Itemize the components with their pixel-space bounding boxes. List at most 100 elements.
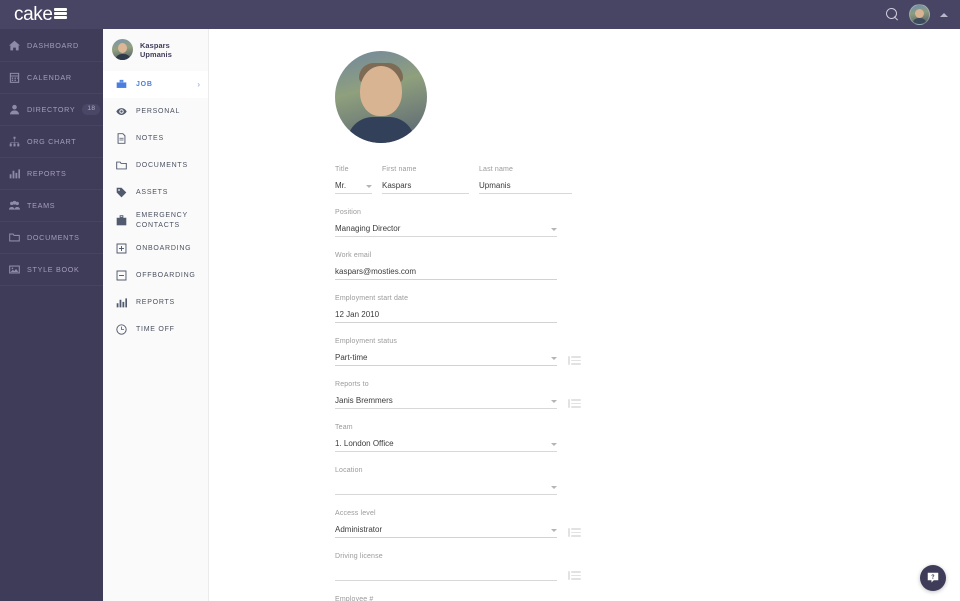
last-name-field[interactable]: Last name Upmanis: [479, 165, 572, 194]
subnav-item-personal[interactable]: PERSONAL: [103, 98, 208, 125]
drag-handle-icon[interactable]: [568, 528, 581, 537]
chevron-down-icon[interactable]: [551, 357, 557, 360]
chevron-down-icon[interactable]: [366, 185, 372, 188]
bar-chart-icon: [116, 297, 127, 308]
team-label: Team: [335, 424, 353, 431]
subnav-item-time-off[interactable]: TIME OFF: [103, 316, 208, 343]
driving-license-field[interactable]: Driving license: [335, 552, 581, 581]
position-field[interactable]: Position Managing Director: [335, 208, 557, 237]
sidebar-item-teams[interactable]: TEAMS: [0, 190, 103, 222]
chevron-down-icon[interactable]: [551, 529, 557, 532]
user-avatar[interactable]: [909, 4, 930, 25]
chevron-down-icon[interactable]: [551, 486, 557, 489]
sidebar-label: CALENDAR: [27, 73, 72, 82]
chevron-right-icon: ›: [197, 79, 200, 89]
location-label: Location: [335, 467, 363, 474]
first-name-input[interactable]: Kaspars: [382, 179, 469, 194]
employee-number-field[interactable]: Employee #: [335, 595, 557, 601]
sidebar-item-reports[interactable]: REPORTS: [0, 158, 103, 190]
employee-profile-photo[interactable]: [335, 51, 427, 143]
sidebar-item-documents[interactable]: DOCUMENTS: [0, 222, 103, 254]
start-date-field[interactable]: Employment start date 12 Jan 2010: [335, 294, 557, 323]
work-email-field[interactable]: Work email kaspars@mosties.com: [335, 251, 557, 280]
subnav-label: DOCUMENTS: [136, 161, 188, 169]
team-value: 1. London Office: [335, 439, 394, 448]
body-wrapper: DASHBOARD CALENDAR DIRECTORY 18 ORG CHAR…: [0, 29, 960, 601]
drag-handle-icon[interactable]: [568, 571, 581, 580]
start-date-label: Employment start date: [335, 295, 409, 302]
caret-up-icon[interactable]: [940, 12, 948, 17]
home-icon: [9, 40, 20, 51]
reports-to-select[interactable]: Janis Bremmers: [335, 394, 557, 409]
sidebar-item-style-book[interactable]: STYLE BOOK: [0, 254, 103, 286]
sidebar-item-dashboard[interactable]: DASHBOARD: [0, 30, 103, 62]
subnav-item-onboarding[interactable]: ONBOARDING: [103, 235, 208, 262]
access-level-field[interactable]: Access level Administrator: [335, 509, 581, 538]
bar-chart-icon: [9, 168, 20, 179]
work-email-label: Work email: [335, 252, 372, 259]
search-icon[interactable]: [886, 8, 899, 21]
sidebar-item-directory[interactable]: DIRECTORY 18: [0, 94, 103, 126]
drag-handle-icon[interactable]: [568, 399, 581, 408]
reports-to-label: Reports to: [335, 381, 369, 388]
chevron-down-icon[interactable]: [551, 228, 557, 231]
first-name-label: First name: [382, 166, 417, 173]
top-bar: cake: [0, 0, 960, 29]
first-name-field[interactable]: First name Kaspars: [382, 165, 469, 194]
title-input[interactable]: Mr.: [335, 179, 372, 194]
briefcase-medical-icon: [116, 215, 127, 226]
employment-status-value: Part-time: [335, 353, 368, 362]
job-form: Title Mr. First name Kaspars Last name U…: [335, 165, 581, 601]
team-select[interactable]: 1. London Office: [335, 437, 557, 452]
subnav-label: JOB: [136, 80, 153, 88]
subnav-label: NOTES: [136, 134, 164, 142]
subnav-item-offboarding[interactable]: OFFBOARDING: [103, 262, 208, 289]
subnav-item-job[interactable]: JOB ›: [103, 71, 208, 98]
location-select[interactable]: [335, 480, 557, 495]
access-level-value: Administrator: [335, 525, 383, 534]
subnav-item-documents[interactable]: DOCUMENTS: [103, 152, 208, 179]
drag-handle-icon[interactable]: [568, 356, 581, 365]
subnav-label: ASSETS: [136, 188, 169, 196]
work-email-input[interactable]: kaspars@mosties.com: [335, 265, 557, 280]
title-field[interactable]: Title Mr.: [335, 165, 372, 194]
access-level-label: Access level: [335, 510, 376, 517]
chevron-down-icon[interactable]: [551, 443, 557, 446]
employment-status-label: Employment status: [335, 338, 398, 345]
subnav-item-reports[interactable]: REPORTS: [103, 289, 208, 316]
last-name-input[interactable]: Upmanis: [479, 179, 572, 194]
title-value: Mr.: [335, 181, 347, 190]
sidebar-label: ORG CHART: [27, 137, 77, 146]
employment-status-field[interactable]: Employment status Part-time: [335, 337, 581, 366]
access-level-select[interactable]: Administrator: [335, 523, 557, 538]
employment-status-select[interactable]: Part-time: [335, 351, 557, 366]
employee-number-label: Employee #: [335, 596, 374, 601]
employee-header[interactable]: Kaspars Upmanis: [103, 29, 208, 71]
subnav-label: REPORTS: [136, 298, 175, 306]
sidebar-item-org-chart[interactable]: ORG CHART: [0, 126, 103, 158]
job-form-panel: Title Mr. First name Kaspars Last name U…: [209, 29, 960, 601]
plus-box-icon: [116, 243, 127, 254]
driving-license-input[interactable]: [335, 566, 557, 581]
chevron-down-icon[interactable]: [551, 400, 557, 403]
subnav-item-assets[interactable]: ASSETS: [103, 179, 208, 206]
start-date-value: 12 Jan 2010: [335, 310, 380, 319]
chat-help-button[interactable]: [920, 565, 946, 591]
sidebar-item-calendar[interactable]: CALENDAR: [0, 62, 103, 94]
sidebar-label: DIRECTORY: [27, 105, 76, 114]
position-select[interactable]: Managing Director: [335, 222, 557, 237]
app-logo[interactable]: cake: [14, 5, 67, 24]
tag-icon: [116, 187, 127, 198]
sidebar-filler: [0, 286, 103, 601]
subnav-item-notes[interactable]: NOTES: [103, 125, 208, 152]
reports-to-field[interactable]: Reports to Janis Bremmers: [335, 380, 581, 409]
cake-layers-icon: [53, 8, 67, 19]
briefcase-icon: [116, 79, 127, 90]
reports-to-value: Janis Bremmers: [335, 396, 393, 405]
subnav-item-emergency-contacts[interactable]: EMERGENCY CONTACTS: [103, 206, 208, 235]
note-icon: [116, 133, 127, 144]
photo-face: [360, 65, 402, 116]
location-field[interactable]: Location: [335, 466, 557, 495]
start-date-input[interactable]: 12 Jan 2010: [335, 308, 557, 323]
team-field[interactable]: Team 1. London Office: [335, 423, 557, 452]
